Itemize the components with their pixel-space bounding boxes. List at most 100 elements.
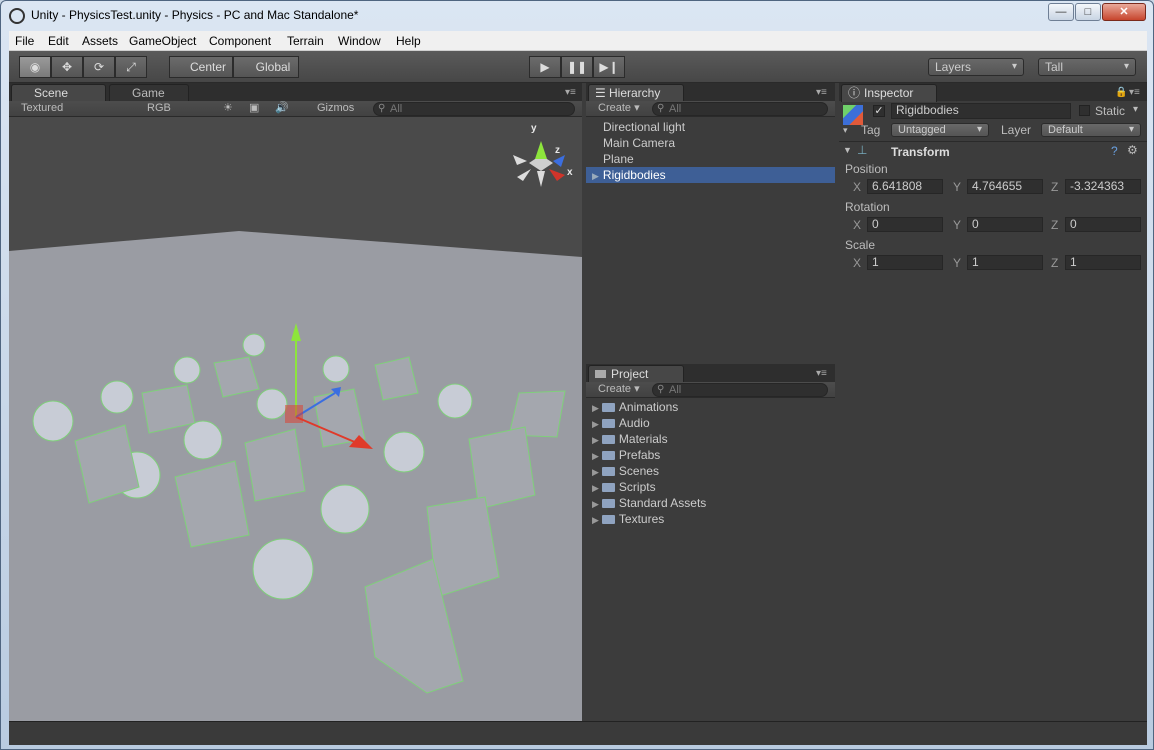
rotation-x-field[interactable]: 0 [867,217,943,232]
panel-menu-icon[interactable]: ▾≡ [1129,87,1140,98]
position-y-field[interactable]: 4.764655 [967,179,1043,194]
hand-tool-button[interactable]: ◉ [19,56,51,78]
create-dropdown[interactable]: Create ▾ [598,102,640,116]
folder-label: Prefabs [618,448,661,462]
object-name-input[interactable]: Rigidbodies [891,103,1071,119]
menu-help[interactable]: Help [396,34,421,48]
project-folder[interactable]: ▶ Materials [586,431,835,447]
rotation-z-field[interactable]: 0 [1065,217,1141,232]
project-folder[interactable]: ▶ Textures [586,511,835,527]
expand-arrow-icon[interactable]: ▶ [592,403,599,413]
tab-project-label: Project [611,367,649,381]
project-folder[interactable]: ▶ Scripts [586,479,835,495]
position-z-label: Z [1051,180,1059,194]
expand-arrow-icon[interactable]: ▶ [592,419,599,429]
tag-dropdown[interactable]: Untagged [891,123,989,137]
icon-dropdown-icon[interactable]: ▾ [843,125,848,136]
scale-x-field[interactable]: 1 [867,255,943,270]
layer-dropdown[interactable]: Default [1041,123,1141,137]
gameobject-icon[interactable] [843,105,863,125]
static-dropdown-icon[interactable]: ▾ [1133,104,1138,115]
menu-file[interactable]: File [15,34,34,48]
help-icon[interactable]: ? [1111,144,1118,158]
hierarchy-search-input[interactable]: All [652,102,828,116]
scene-panel: Scene Game ▾≡ Textured RGB ☀ ▣ 🔊 Gizmos … [9,83,582,721]
active-checkbox[interactable]: ✓ [873,105,885,117]
menu-edit[interactable]: Edit [48,34,69,48]
rotate-tool-button[interactable]: ⟳ [83,56,115,78]
position-z-field[interactable]: -3.324363 [1065,179,1141,194]
hierarchy-icon: ☰ [595,86,606,100]
menu-component[interactable]: Component [209,34,271,48]
lock-icon[interactable]: 🔒 [1115,87,1127,98]
tab-scene[interactable]: Scene [11,84,106,102]
project-folder[interactable]: ▶ Audio [586,415,835,431]
gizmos-dropdown[interactable]: Gizmos [317,102,354,116]
scale-tool-button[interactable]: ⤢ [115,56,147,78]
pivot-global-button[interactable]: Global [233,56,299,78]
pause-button[interactable]: ❚❚ [561,56,593,78]
space-label: Global [255,60,291,74]
expand-arrow-icon[interactable]: ▶ [592,171,599,181]
gear-icon[interactable]: ⚙ [1127,143,1138,157]
tab-inspector[interactable]: ⓘ Inspector [841,84,937,102]
layers-dropdown[interactable]: Layers [928,58,1024,76]
create-dropdown[interactable]: Create ▾ [598,383,640,397]
panel-menu-icon[interactable]: ▾≡ [816,87,827,98]
hierarchy-item[interactable]: Directional light [586,119,835,135]
tab-game[interactable]: Game [109,84,189,102]
image-toggle-icon[interactable]: ▣ [249,102,259,116]
step-button[interactable]: ▶❙ [593,56,625,78]
menu-window[interactable]: Window [338,34,381,48]
lighting-toggle-icon[interactable]: ☀ [223,102,233,116]
scale-z-label: Z [1051,256,1059,270]
project-folder[interactable]: ▶ Standard Assets [586,495,835,511]
project-search-input[interactable]: All [652,383,828,397]
rotation-label: Rotation [845,200,890,214]
tab-hierarchy[interactable]: ☰ Hierarchy [588,84,684,102]
project-folder[interactable]: ▶ Animations [586,399,835,415]
expand-arrow-icon[interactable]: ▶ [592,467,599,477]
channel-dropdown[interactable]: RGB [147,102,207,116]
minimize-button[interactable]: — [1048,3,1074,21]
expand-arrow-icon[interactable]: ▶ [592,435,599,445]
hierarchy-item-selected[interactable]: ▶ Rigidbodies [586,167,835,183]
gizmo-plane-handle[interactable] [285,405,303,423]
menu-gameobject[interactable]: GameObject [129,34,196,48]
pivot-center-button[interactable]: Center [169,56,233,78]
sphere [383,431,425,473]
transform-header[interactable]: Transform [891,145,950,159]
tab-project[interactable]: Project [588,365,684,383]
panel-menu-icon[interactable]: ▾≡ [816,368,827,379]
audio-toggle-icon[interactable]: 🔊 [275,102,289,116]
scale-x-label: X [853,256,862,270]
foldout-arrow-icon[interactable]: ▼ [843,145,852,155]
maximize-button[interactable]: □ [1075,3,1101,21]
expand-arrow-icon[interactable]: ▶ [592,483,599,493]
rotation-y-field[interactable]: 0 [967,217,1043,232]
static-checkbox[interactable] [1079,105,1090,116]
render-mode-dropdown[interactable]: Textured [21,102,131,116]
project-folder[interactable]: ▶ Prefabs [586,447,835,463]
folder-icon [601,403,615,412]
menu-terrain[interactable]: Terrain [287,34,324,48]
scale-y-field[interactable]: 1 [967,255,1043,270]
move-tool-button[interactable]: ✥ [51,56,83,78]
play-button[interactable]: ▶ [529,56,561,78]
panel-menu-icon[interactable]: ▾≡ [565,87,576,98]
expand-arrow-icon[interactable]: ▶ [592,499,599,509]
expand-arrow-icon[interactable]: ▶ [592,451,599,461]
scene-viewport[interactable]: y x z [9,117,582,721]
sphere [322,355,350,383]
close-button[interactable]: ✕ [1102,3,1146,21]
expand-arrow-icon[interactable]: ▶ [592,515,599,525]
hierarchy-item[interactable]: Plane [586,151,835,167]
scale-z-field[interactable]: 1 [1065,255,1141,270]
project-folder[interactable]: ▶ Scenes [586,463,835,479]
position-x-field[interactable]: 6.641808 [867,179,943,194]
menu-assets[interactable]: Assets [82,34,118,48]
sphere [100,380,134,414]
hierarchy-item[interactable]: Main Camera [586,135,835,151]
scene-search-input[interactable]: All [373,102,575,116]
layout-dropdown[interactable]: Tall [1038,58,1136,76]
